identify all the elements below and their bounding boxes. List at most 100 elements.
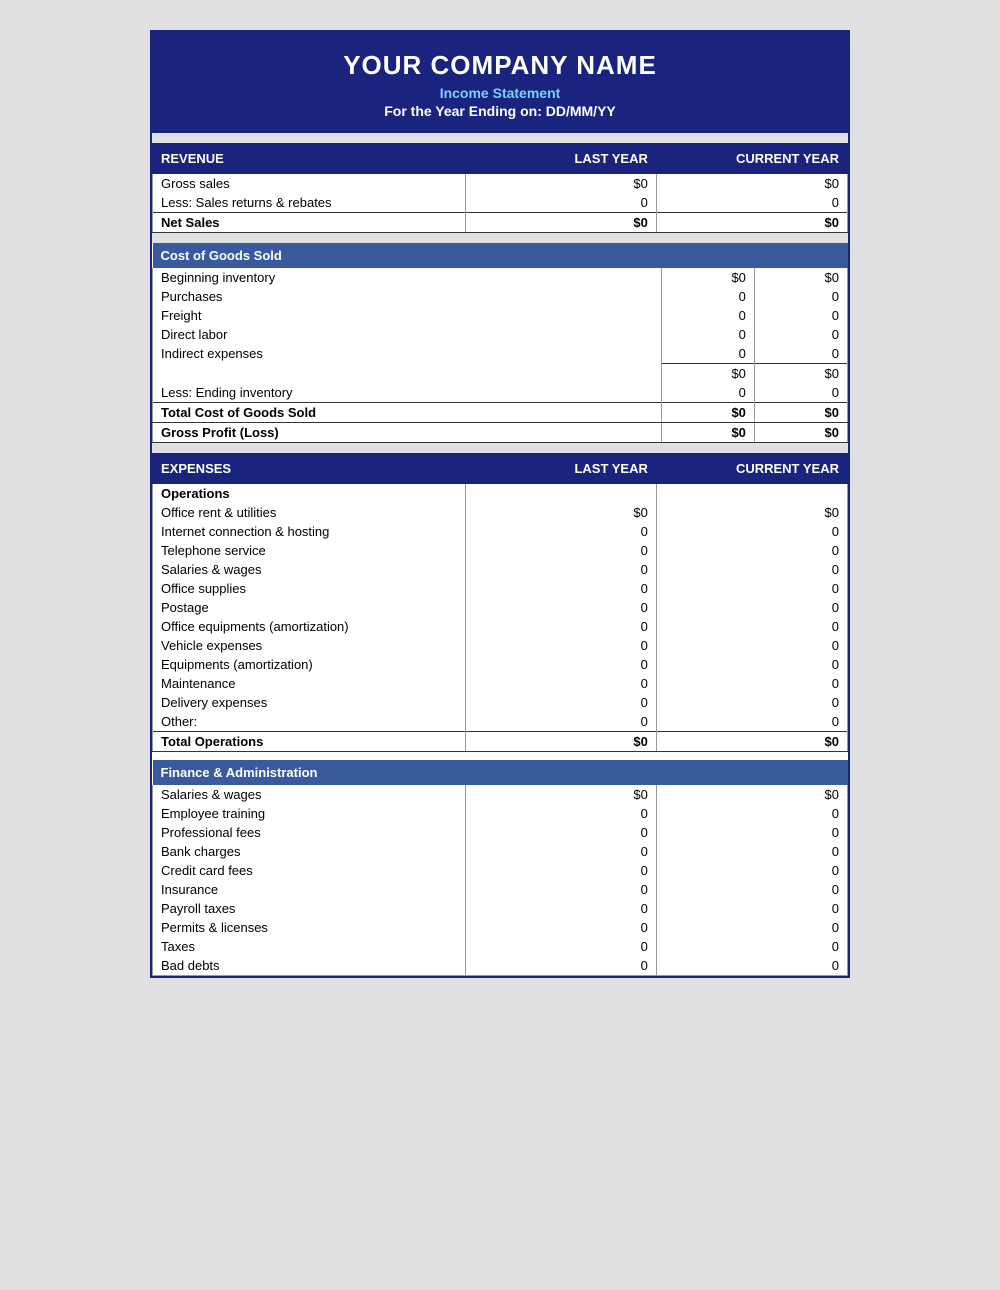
table-row: Salaries & wages 0 0 (153, 560, 848, 579)
table-row: Bank charges 0 0 (153, 842, 848, 861)
finance-section-header: Finance & Administration (153, 760, 848, 785)
freight-current: 0 (754, 306, 847, 325)
sales-returns-current: 0 (656, 193, 847, 213)
expenses-header-label: EXPENSES (153, 454, 466, 484)
purchases-current: 0 (754, 287, 847, 306)
net-sales-current: $0 (656, 213, 847, 233)
other-last: 0 (465, 712, 656, 732)
credit-card-current: 0 (656, 861, 847, 880)
beg-inventory-last: $0 (661, 268, 754, 287)
maintenance-label: Maintenance (153, 674, 466, 693)
table-row: Vehicle expenses 0 0 (153, 636, 848, 655)
spacer-2 (152, 233, 848, 243)
office-rent-current: $0 (656, 503, 847, 522)
telephone-current: 0 (656, 541, 847, 560)
expenses-table: EXPENSES LAST YEAR CURRENT YEAR Operatio… (152, 453, 848, 976)
professional-fees-last: 0 (465, 823, 656, 842)
gross-sales-current: $0 (656, 174, 847, 194)
bad-debts-last: 0 (465, 956, 656, 976)
salaries-ops-last: 0 (465, 560, 656, 579)
telephone-label: Telephone service (153, 541, 466, 560)
indirect-expenses-last: 0 (661, 344, 754, 364)
expenses-header-last: LAST YEAR (465, 454, 656, 484)
professional-fees-label: Professional fees (153, 823, 466, 842)
table-row: Office rent & utilities $0 $0 (153, 503, 848, 522)
cogs-subtotal-last: $0 (661, 364, 754, 384)
bank-charges-label: Bank charges (153, 842, 466, 861)
freight-label: Freight (153, 306, 662, 325)
operations-label: Operations (153, 484, 466, 504)
office-supplies-current: 0 (656, 579, 847, 598)
revenue-table: REVENUE LAST YEAR CURRENT YEAR Gross sal… (152, 143, 848, 233)
revenue-header-last: LAST YEAR (465, 144, 656, 174)
payroll-taxes-last: 0 (465, 899, 656, 918)
total-cogs-current: $0 (754, 403, 847, 423)
table-row: Taxes 0 0 (153, 937, 848, 956)
table-row: Gross sales $0 $0 (153, 174, 848, 194)
table-row: Salaries & wages $0 $0 (153, 785, 848, 804)
bad-debts-current: 0 (656, 956, 847, 976)
office-rent-label: Office rent & utilities (153, 503, 466, 522)
maintenance-current: 0 (656, 674, 847, 693)
taxes-last: 0 (465, 937, 656, 956)
cogs-label: Cost of Goods Sold (153, 243, 662, 268)
total-cogs-row: Total Cost of Goods Sold $0 $0 (153, 403, 848, 423)
table-row: Beginning inventory $0 $0 (153, 268, 848, 287)
internet-label: Internet connection & hosting (153, 522, 466, 541)
taxes-label: Taxes (153, 937, 466, 956)
gross-profit-row: Gross Profit (Loss) $0 $0 (153, 423, 848, 443)
bank-charges-last: 0 (465, 842, 656, 861)
salaries-fin-current: $0 (656, 785, 847, 804)
salaries-ops-label: Salaries & wages (153, 560, 466, 579)
permits-last: 0 (465, 918, 656, 937)
office-equip-last: 0 (465, 617, 656, 636)
total-operations-last: $0 (465, 732, 656, 752)
employee-training-label: Employee training (153, 804, 466, 823)
table-row: Less: Ending inventory 0 0 (153, 383, 848, 403)
equip-amort-last: 0 (465, 655, 656, 674)
cogs-col1 (661, 243, 754, 268)
ending-inventory-current: 0 (754, 383, 847, 403)
ending-inventory-label: Less: Ending inventory (153, 383, 662, 403)
bank-charges-current: 0 (656, 842, 847, 861)
cogs-col2 (754, 243, 847, 268)
office-supplies-label: Office supplies (153, 579, 466, 598)
postage-last: 0 (465, 598, 656, 617)
office-rent-last: $0 (465, 503, 656, 522)
taxes-current: 0 (656, 937, 847, 956)
gross-profit-current: $0 (754, 423, 847, 443)
insurance-label: Insurance (153, 880, 466, 899)
salaries-fin-last: $0 (465, 785, 656, 804)
revenue-header-label: REVENUE (153, 144, 466, 174)
office-equip-current: 0 (656, 617, 847, 636)
employee-training-current: 0 (656, 804, 847, 823)
table-row: Office supplies 0 0 (153, 579, 848, 598)
internet-current: 0 (656, 522, 847, 541)
expenses-header-current: CURRENT YEAR (656, 454, 847, 484)
table-row: Maintenance 0 0 (153, 674, 848, 693)
direct-labor-current: 0 (754, 325, 847, 344)
salaries-fin-label: Salaries & wages (153, 785, 466, 804)
table-row: Internet connection & hosting 0 0 (153, 522, 848, 541)
table-row: Office equipments (amortization) 0 0 (153, 617, 848, 636)
maintenance-last: 0 (465, 674, 656, 693)
table-row: Equipments (amortization) 0 0 (153, 655, 848, 674)
payroll-taxes-label: Payroll taxes (153, 899, 466, 918)
credit-card-last: 0 (465, 861, 656, 880)
gross-sales-label: Gross sales (153, 174, 466, 194)
table-row: Insurance 0 0 (153, 880, 848, 899)
total-operations-label: Total Operations (153, 732, 466, 752)
salaries-ops-current: 0 (656, 560, 847, 579)
cogs-table: Cost of Goods Sold Beginning inventory $… (152, 243, 848, 443)
sales-returns-last: 0 (465, 193, 656, 213)
purchases-last: 0 (661, 287, 754, 306)
table-row: Less: Sales returns & rebates 0 0 (153, 193, 848, 213)
gross-profit-label: Gross Profit (Loss) (153, 423, 662, 443)
direct-labor-label: Direct labor (153, 325, 662, 344)
ending-inventory-last: 0 (661, 383, 754, 403)
spacer-row (153, 752, 848, 760)
permits-label: Permits & licenses (153, 918, 466, 937)
net-sales-label: Net Sales (153, 213, 466, 233)
table-row: Delivery expenses 0 0 (153, 693, 848, 712)
cogs-subtotal-label (153, 364, 662, 384)
